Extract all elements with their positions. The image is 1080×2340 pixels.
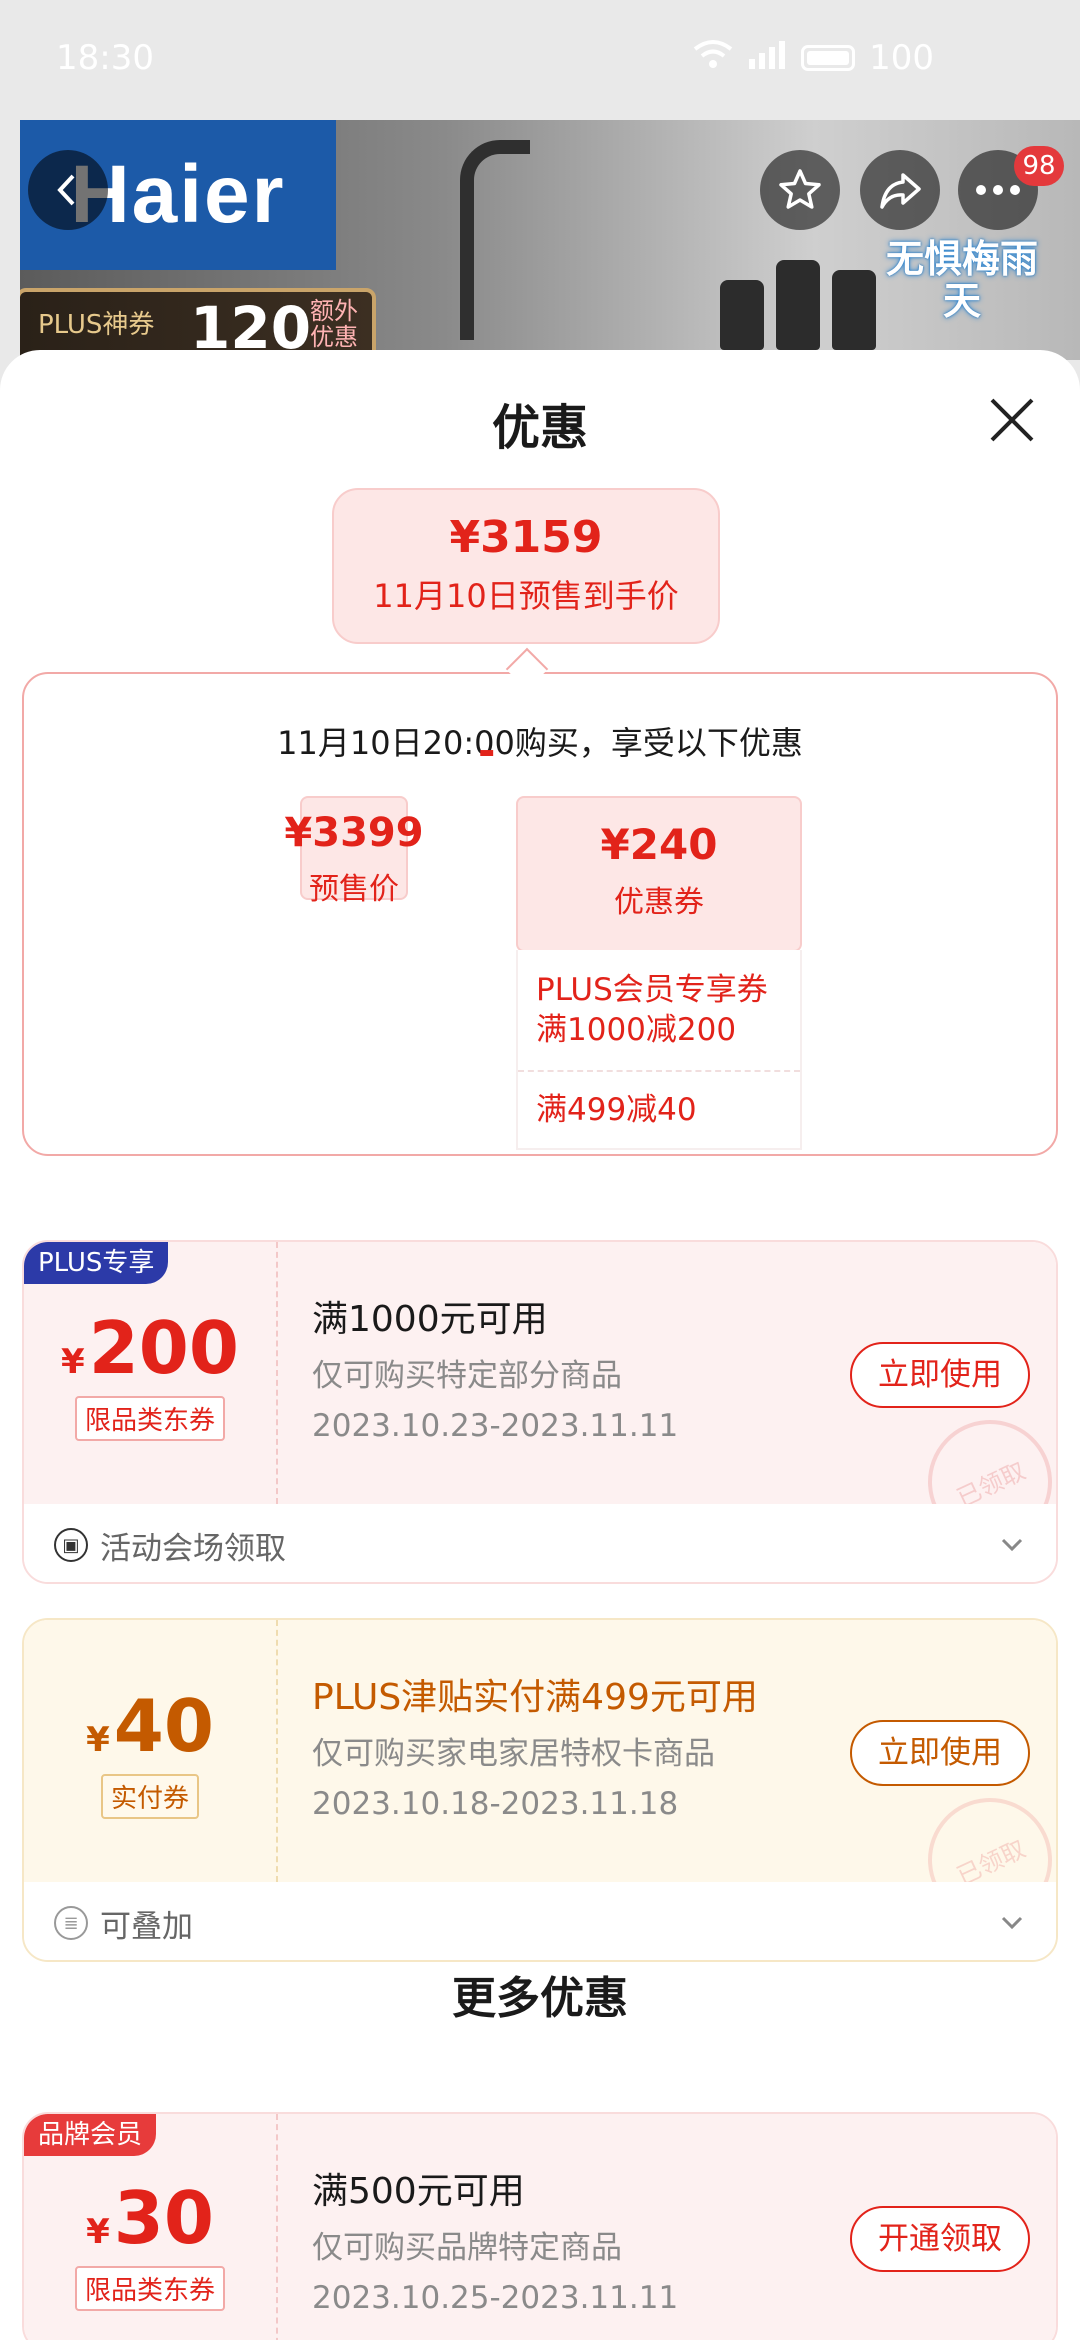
chevron-down-icon (1001, 1538, 1023, 1552)
battery-icon (801, 45, 856, 71)
wifi-icon (693, 38, 733, 78)
coupon-sublist: PLUS会员专享券满1000减200 满499减40 (516, 950, 802, 1150)
close-button[interactable] (984, 392, 1040, 448)
coupon-scope: 仅可购买特定部分商品 (312, 1358, 622, 1394)
share-button[interactable] (860, 150, 940, 230)
status-bar: 18:30 100 (0, 0, 1080, 120)
coupon-footer[interactable]: ≣ 可叠加 (24, 1882, 1056, 1960)
coupon-value: ¥200 限品类东券 (24, 1242, 276, 1504)
breakdown-headline: 11月10日20:00购买，享受以下优惠 (277, 724, 803, 762)
final-price-label: 11月10日预售到手价 (373, 577, 679, 615)
battery-level: 100 (869, 38, 934, 78)
more-dots-icon (976, 185, 1020, 195)
coupon-type-tag: 实付券 (100, 1774, 199, 1819)
discount-sheet: 优惠 ¥3159 11月10日预售到手价 11月10日20:00购买，享受以下优… (0, 350, 1080, 2340)
coupon-condition: PLUS津贴实付满499元可用 (312, 1677, 758, 1718)
coupon-amount: 40 (113, 1684, 214, 1768)
coupon-footer[interactable]: ▣ 活动会场领取 (24, 1504, 1056, 1582)
currency-symbol: ¥ (61, 1342, 85, 1382)
status-icons: 100 (693, 38, 934, 78)
star-icon (779, 169, 821, 209)
presale-label-wrap: 预售价 (300, 796, 408, 907)
coupon-footer-label: 活动会场领取 (100, 1530, 286, 1567)
ticket-icon: ▣ (54, 1528, 88, 1562)
coupon-total-box: ¥240 优惠券 (516, 796, 802, 952)
price-breakdown: 11月10日20:00购买，享受以下优惠 ¥3399 预售价 - ¥240 优惠… (22, 672, 1058, 1156)
coupon-card: ¥40 实付券 PLUS津贴实付满499元可用 仅可购买家电家居特权卡商品 20… (22, 1618, 1058, 1962)
coupon-type-tag: 限品类东券 (74, 2266, 225, 2311)
back-button[interactable] (28, 150, 108, 230)
final-price-amount: ¥3159 (449, 512, 603, 563)
coupon-card: 品牌会员 ¥30 限品类东券 满500元可用 仅可购买品牌特定商品 2023.1… (22, 2112, 1058, 2340)
chevron-left-icon (57, 174, 75, 206)
more-offers-title: 更多优惠 (452, 1973, 628, 2024)
coupon-value: ¥30 限品类东券 (24, 2114, 276, 2340)
bottles-illustration (720, 240, 880, 350)
close-icon (990, 398, 1034, 442)
coupon-amount: 30 (113, 2176, 214, 2260)
coupon-total-label: 优惠券 (614, 885, 704, 920)
coupon-scope: 仅可购买家电家居特权卡商品 (312, 1736, 715, 1772)
stack-icon: ≣ (54, 1906, 88, 1940)
sheet-title: 优惠 (491, 400, 588, 456)
coupon-validity: 2023.10.25-2023.11.11 (312, 2280, 679, 2316)
plus-banner-tag: 额外优惠 (310, 297, 358, 351)
promo-tag: 无惧梅雨天 (885, 237, 1038, 323)
coupon-type-tag: 限品类东券 (74, 1396, 225, 1441)
coupon-subitem: 满499减40 (518, 1070, 800, 1150)
favorite-button[interactable] (760, 150, 840, 230)
coupon-scope: 仅可购买品牌特定商品 (312, 2230, 622, 2266)
coupon-subitem: PLUS会员专享券满1000减200 (536, 972, 768, 1048)
coupon-footer-label: 可叠加 (100, 1908, 193, 1945)
coupon-total-amount: ¥240 (600, 820, 718, 869)
status-time: 18:30 (56, 38, 154, 78)
signal-icon (747, 38, 787, 78)
coupon-condition: 满1000元可用 (312, 1299, 548, 1340)
currency-symbol: ¥ (86, 2212, 110, 2252)
faucet-illustration (460, 140, 530, 340)
share-icon (880, 173, 921, 209)
use-now-button[interactable]: 立即使用 (850, 1720, 1030, 1786)
coupon-card: PLUS专享 ¥200 限品类东券 满1000元可用 仅可购买特定部分商品 20… (22, 1240, 1058, 1584)
final-price-card: ¥3159 11月10日预售到手价 (332, 488, 720, 644)
coupon-value: ¥40 实付券 (24, 1620, 276, 1882)
coupon-validity: 2023.10.18-2023.11.18 (312, 1786, 679, 1822)
coupon-condition: 满500元可用 (312, 2171, 525, 2212)
open-claim-button[interactable]: 开通领取 (850, 2206, 1030, 2272)
coupon-validity: 2023.10.23-2023.11.11 (312, 1408, 679, 1444)
presale-label: 预售价 (309, 872, 399, 907)
chevron-down-icon (1001, 1916, 1023, 1930)
minus-operator: - (478, 726, 496, 775)
coupon-amount: 200 (88, 1306, 239, 1390)
use-now-button[interactable]: 立即使用 (850, 1342, 1030, 1408)
message-count-badge: 98 (1014, 146, 1064, 186)
currency-symbol: ¥ (86, 1720, 110, 1760)
plus-banner-label: PLUS神券 (38, 310, 155, 340)
